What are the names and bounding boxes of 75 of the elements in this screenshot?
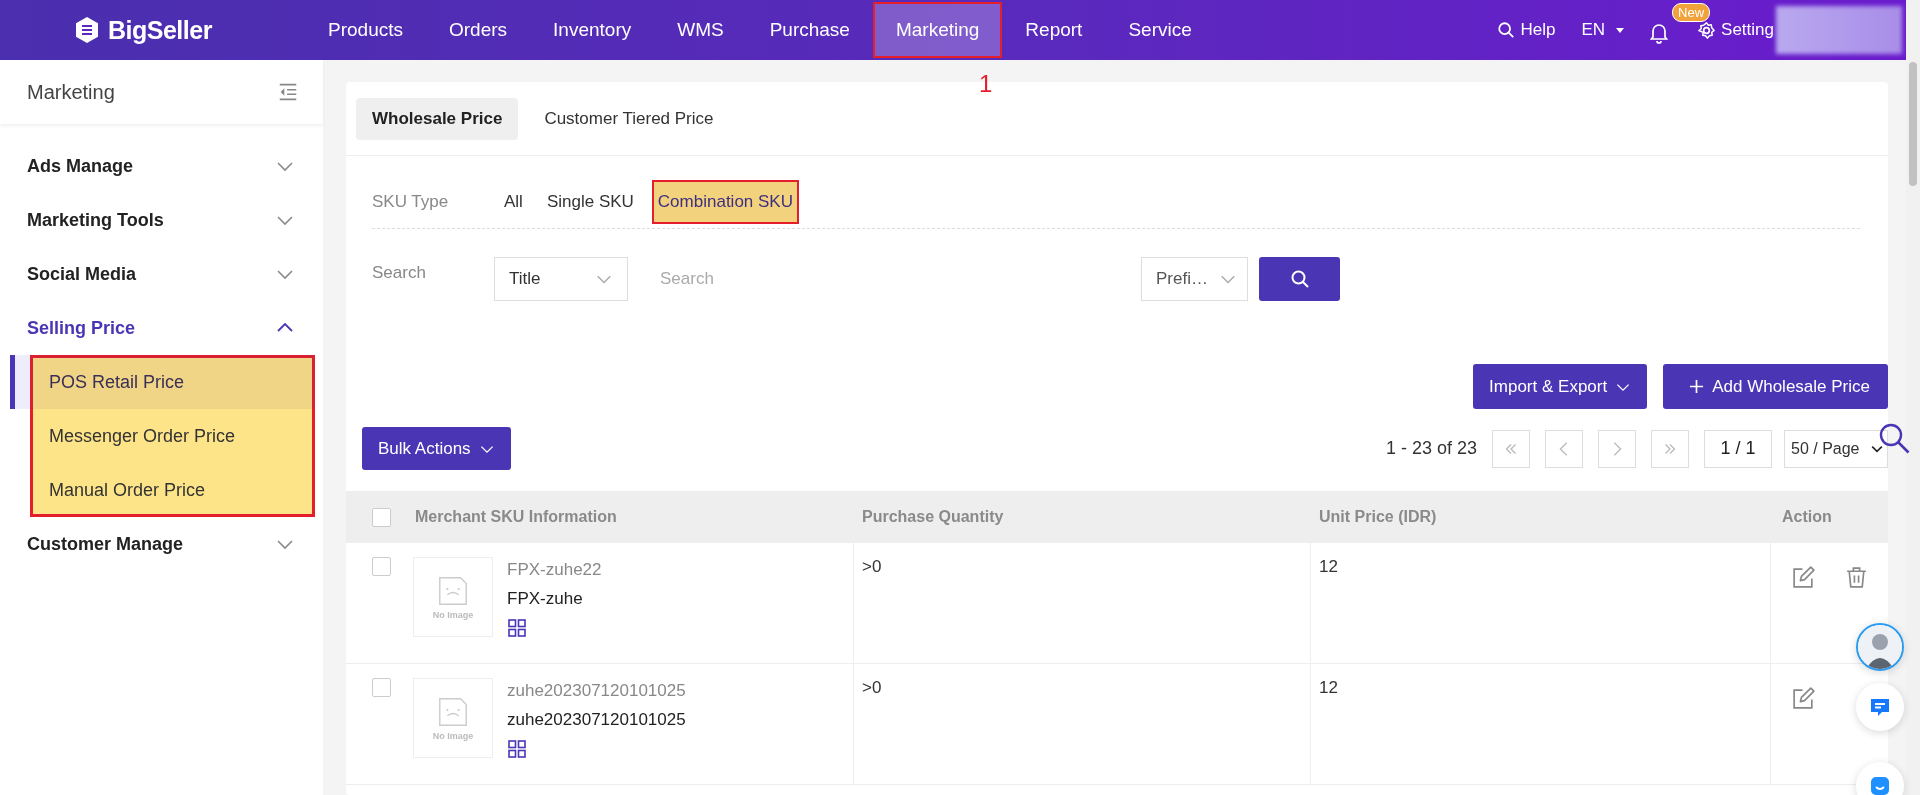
logo-text: BigSeller bbox=[108, 15, 212, 45]
search-icon bbox=[1289, 269, 1310, 289]
nav-item[interactable]: Service bbox=[1105, 2, 1215, 58]
sidebar-menu-item[interactable]: Social Media bbox=[0, 247, 323, 301]
filter-label: Search bbox=[372, 262, 427, 284]
sku-type-option[interactable]: Combination SKU bbox=[653, 182, 797, 222]
nav-item[interactable]: WMS bbox=[654, 2, 747, 58]
sku-type-option[interactable]: All bbox=[500, 182, 527, 222]
language-selector[interactable]: EN bbox=[1571, 20, 1636, 40]
table-cell: >0 bbox=[862, 557, 882, 576]
grid-icon[interactable] bbox=[507, 618, 527, 638]
search-by-dropdown[interactable]: Title bbox=[494, 257, 628, 301]
smile-icon bbox=[1868, 774, 1892, 795]
import-export-button[interactable]: Import & Export bbox=[1473, 364, 1648, 409]
edit-icon[interactable] bbox=[1791, 686, 1816, 711]
person-silhouette-icon bbox=[1858, 625, 1902, 669]
sidebar-submenu-item[interactable]: Messenger Order Price bbox=[30, 409, 315, 463]
sidebar-submenu-item[interactable]: POS Retail Price bbox=[30, 355, 315, 409]
column-header: Unit Price (IDR) bbox=[1319, 508, 1437, 526]
support-avatar-button[interactable] bbox=[1856, 623, 1904, 671]
search-field[interactable]: Search bbox=[628, 257, 1141, 301]
filter-label: SKU Type bbox=[372, 192, 450, 212]
sku-type-option[interactable]: Single SKU bbox=[542, 182, 638, 222]
settings-icon bbox=[1697, 20, 1717, 40]
column-header: Purchase Quantity bbox=[862, 508, 1004, 526]
page-size-dropdown[interactable]: 50 / Page bbox=[1784, 429, 1888, 468]
column-header: Action bbox=[1782, 508, 1832, 526]
help-link[interactable]: Help bbox=[1487, 20, 1566, 40]
tab[interactable]: Wholesale Price bbox=[356, 97, 519, 140]
sidebar-menu-item[interactable]: Selling Price bbox=[0, 301, 323, 355]
nav-item[interactable]: Purchase bbox=[746, 2, 873, 58]
trash-icon[interactable] bbox=[1844, 565, 1869, 590]
merchant-sku: zuhe202307120101025 bbox=[507, 710, 686, 730]
product-thumbnail: No Image bbox=[413, 557, 493, 637]
search-icon bbox=[1497, 21, 1516, 39]
merchant-sku: FPX-zuhe bbox=[507, 589, 584, 609]
scrollbar-thumb[interactable] bbox=[1909, 62, 1917, 186]
add-wholesale-price-button[interactable]: Add Wholesale Price bbox=[1663, 364, 1888, 409]
page-indicator: 1 / 1 bbox=[1704, 429, 1772, 468]
table-cell: >0 bbox=[862, 678, 882, 697]
edit-icon[interactable] bbox=[1791, 565, 1816, 590]
table-cell: 12 bbox=[1319, 678, 1338, 697]
tab[interactable]: Customer Tiered Price bbox=[528, 97, 730, 140]
sidebar-menu-item[interactable]: Ads Manage bbox=[0, 139, 323, 193]
pagination-summary: 1 - 23 of 23 bbox=[1385, 438, 1477, 459]
caret-icon bbox=[1615, 25, 1626, 35]
sidebar-submenu-item[interactable]: Manual Order Price bbox=[30, 463, 315, 517]
nav-item[interactable]: Products bbox=[305, 2, 426, 58]
table-cell: 12 bbox=[1319, 557, 1338, 576]
nav-item[interactable]: Marketing bbox=[872, 2, 1003, 58]
match-mode-dropdown[interactable]: Prefi… bbox=[1141, 257, 1248, 301]
setting-link[interactable]: Setting bbox=[1697, 20, 1774, 40]
selection-indicator bbox=[10, 355, 30, 409]
sku-title: FPX-zuhe22 bbox=[507, 560, 602, 580]
product-thumbnail: No Image bbox=[413, 678, 493, 758]
grid-icon[interactable] bbox=[507, 739, 527, 759]
sidebar-title: Marketing bbox=[27, 80, 115, 104]
new-badge: New bbox=[1672, 3, 1711, 22]
sku-title: zuhe202307120101025 bbox=[507, 681, 686, 701]
search-icon[interactable] bbox=[1878, 422, 1912, 456]
search-button[interactable] bbox=[1259, 257, 1340, 301]
nav-item[interactable]: Orders bbox=[426, 2, 531, 58]
collapse-sidebar-icon[interactable] bbox=[277, 81, 299, 103]
column-header: Merchant SKU Information bbox=[415, 508, 617, 526]
select-all-checkbox[interactable] bbox=[372, 507, 391, 527]
annotation-marker: 1 bbox=[979, 70, 993, 98]
plus-icon bbox=[1689, 379, 1705, 394]
row-checkbox[interactable] bbox=[372, 557, 391, 576]
row-checkbox[interactable] bbox=[372, 678, 391, 697]
nav-item[interactable]: Inventory bbox=[530, 2, 655, 58]
sidebar-menu-item[interactable]: Marketing Tools bbox=[0, 193, 323, 247]
chat-button[interactable] bbox=[1856, 683, 1904, 731]
bulk-actions-button[interactable]: Bulk Actions bbox=[362, 427, 511, 470]
sidebar-menu-item[interactable]: Customer Manage bbox=[0, 517, 323, 571]
nav-item[interactable]: Report bbox=[1002, 2, 1106, 58]
